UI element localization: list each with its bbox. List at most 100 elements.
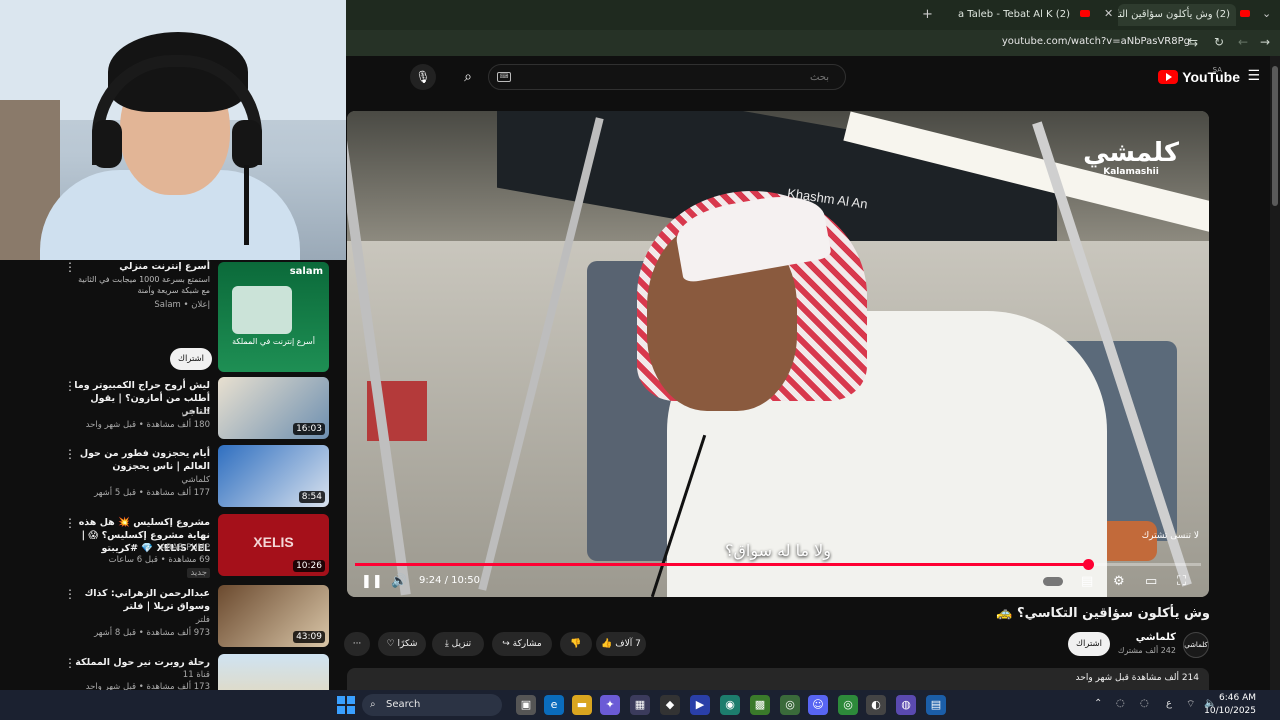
youtube-header: YouTube SA ☰ ⌨ ⌕ 🎙 — [346, 56, 1270, 98]
app-icon[interactable]: ◉ — [720, 695, 740, 715]
address-bar: youtube.com/watch?v=aNbPasVR8Pg ⇆ ↻ ← → — [346, 30, 1280, 56]
app-icon[interactable]: ◍ — [896, 695, 916, 715]
views-and-date: 214 ألف مشاهدة قبل شهر واحد — [1075, 673, 1199, 683]
ad-brand: salam — [289, 266, 323, 277]
forward-icon[interactable]: ← — [1238, 35, 1248, 49]
description-box[interactable]: 214 ألف مشاهدة قبل شهر واحد — [347, 668, 1209, 690]
task-view-icon[interactable]: ▣ — [516, 695, 536, 715]
scrollbar-thumb[interactable] — [1272, 66, 1278, 206]
video-thumbnail[interactable]: 16:03 — [218, 377, 329, 439]
pause-icon[interactable]: ❚❚ — [361, 573, 383, 591]
search-icon[interactable]: ⌕ — [454, 64, 482, 90]
more-vert-icon[interactable]: ⋮ — [64, 656, 76, 670]
thanks-button[interactable]: شكرًا ♡ — [378, 632, 426, 656]
channel-name[interactable]: قناة 11 — [183, 670, 210, 680]
channel-name[interactable]: ARAB PUMP — [160, 543, 210, 553]
windows-taskbar: ⌕ Search ▣ e ▬ ✦ ▦ ◆ ▶ ◉ ▩ ◎ ☺ ◎ ◐ ◍ ▤ ⌃… — [0, 690, 1280, 720]
ad-sponsor: إعلان • Salam — [154, 300, 210, 310]
video-player[interactable]: Khashm Al An كلمشي Kalamashii لا تنسى تش… — [347, 111, 1209, 597]
subscribe-pill[interactable]: اشتراك — [170, 348, 212, 370]
more-vert-icon[interactable]: ⋮ — [64, 516, 76, 530]
progress-bar[interactable] — [355, 559, 1201, 570]
channel-name[interactable]: كلماشي — [181, 475, 210, 485]
app-icon[interactable]: ▤ — [926, 695, 946, 715]
recommendations-sidebar: salam أسرع إنترنت في المملكة أسرع إنترنت… — [0, 260, 346, 690]
taskbar-search[interactable]: ⌕ Search — [362, 694, 502, 716]
tray-chevron-icon[interactable]: ⌃ — [1094, 698, 1102, 709]
back-icon[interactable]: → — [1260, 35, 1270, 49]
more-vert-icon[interactable]: ⋮ — [64, 379, 76, 393]
network-icon[interactable]: ⌔ — [1186, 698, 1195, 711]
ad-image — [232, 286, 292, 334]
windows-start-icon[interactable] — [337, 696, 355, 714]
autoplay-toggle[interactable] — [1043, 573, 1063, 591]
theater-mode-icon[interactable]: ▭ — [1145, 573, 1157, 591]
fullscreen-icon[interactable]: ⛶ — [1177, 573, 1186, 591]
video-meta: 973 ألف مشاهدة • قبل 8 أشهر — [94, 628, 210, 638]
settings-gear-icon[interactable]: ⚙ — [1113, 573, 1125, 591]
download-label: تنزيل — [451, 639, 472, 649]
video-thumbnail[interactable]: XELIS 10:26 — [218, 514, 329, 576]
search-input[interactable] — [489, 65, 845, 89]
like-button[interactable]: 7 آلاف 👍 — [596, 632, 646, 656]
channel-name[interactable]: كلماشي — [1136, 632, 1176, 643]
taskbar-search-label: Search — [386, 699, 421, 710]
taskbar-clock[interactable]: 6:46 AM 10/10/2025 — [1204, 692, 1256, 718]
more-horiz-icon: ··· — [352, 639, 362, 649]
minecraft-icon[interactable]: ▩ — [750, 695, 770, 715]
tab-youtube-video[interactable]: (2) وش يأكلون سؤاقين التكاس — [1118, 4, 1236, 26]
microphone-icon[interactable]: 🎙 — [410, 64, 436, 90]
video-thumbnail[interactable]: 8:54 — [218, 445, 329, 507]
captions-icon[interactable]: ▤ — [1081, 573, 1093, 591]
region-code: SA — [1212, 66, 1222, 74]
keyboard-icon[interactable]: ⌨ — [497, 72, 511, 82]
discord-icon[interactable]: ☺ — [808, 695, 828, 715]
app-icon[interactable]: ◆ — [660, 695, 680, 715]
ad-thumbnail[interactable]: salam أسرع إنترنت في المملكة — [218, 262, 329, 372]
hamburger-menu-icon[interactable]: ☰ — [1247, 68, 1260, 84]
copilot-icon[interactable]: ✦ — [600, 695, 620, 715]
video-title[interactable]: أيام يحجزون فطور من حول العالم | ناس يحج… — [70, 447, 210, 473]
volume-icon[interactable]: 🔊 — [391, 573, 407, 591]
duration-badge: 16:03 — [293, 423, 325, 435]
chrome-icon[interactable]: ◎ — [838, 695, 858, 715]
tray-app-icon[interactable]: ◌ — [1140, 698, 1149, 709]
youtube-logo[interactable]: YouTube — [1158, 68, 1240, 86]
channel-name[interactable]: فلتر — [196, 615, 210, 625]
more-actions-button[interactable]: ··· — [344, 632, 370, 656]
thumbnail-label: XELIS — [253, 534, 294, 550]
reload-icon[interactable]: ↻ — [1214, 35, 1224, 49]
app-icon[interactable]: ◐ — [866, 695, 886, 715]
url-text[interactable]: youtube.com/watch?v=aNbPasVR8Pg — [1002, 36, 1190, 47]
more-vert-icon[interactable]: ⋮ — [64, 587, 76, 601]
dislike-button[interactable]: 👎 — [560, 632, 592, 656]
tray-app-icon[interactable]: ◌ — [1116, 698, 1125, 709]
more-vert-icon[interactable]: ⋮ — [64, 447, 76, 461]
tab-oumaima[interactable]: (2) Oumaima Taleb - Tebat Al K — [958, 4, 1076, 26]
share-button[interactable]: مشاركة ↪ — [492, 632, 552, 656]
app-icon[interactable]: ▶ — [690, 695, 710, 715]
channel-avatar[interactable]: كلماشي — [1183, 632, 1209, 658]
tab-menu-chevron-icon[interactable]: ⌄ — [1262, 7, 1271, 20]
video-title[interactable]: عبدالرحمن الزهراني: كذاك وسواق تريلا | ف… — [70, 587, 210, 613]
subscribe-button[interactable]: اشتراك — [1068, 632, 1110, 656]
video-title[interactable]: رحلة روبرت نير حول المملكة — [70, 656, 210, 669]
page-scrollbar[interactable] — [1270, 56, 1280, 690]
channel-name[interactable]: كلماشي — [181, 407, 210, 417]
ad-text: استمتع بسرعة 1000 ميجابت في الثانية مع ش… — [78, 275, 210, 295]
ad-title[interactable]: أسرع إنترنت منزلي — [70, 260, 210, 273]
ad-caption: أسرع إنترنت في المملكة — [232, 337, 315, 346]
edge-browser-icon[interactable]: e — [544, 695, 564, 715]
subtitle-caption: ولا ما له سواق؟ — [724, 541, 832, 560]
video-thumbnail[interactable]: 43:09 — [218, 585, 329, 647]
site-settings-icon[interactable]: ⇆ — [1188, 35, 1198, 49]
download-button[interactable]: تنزيل ⤓ — [432, 632, 484, 656]
store-icon[interactable]: ▦ — [630, 695, 650, 715]
new-tab-button[interactable]: + — [922, 7, 933, 22]
language-indicator[interactable]: ع — [1166, 698, 1172, 709]
chrome-icon[interactable]: ◎ — [780, 695, 800, 715]
file-explorer-icon[interactable]: ▬ — [572, 695, 592, 715]
video-thumbnail[interactable] — [218, 654, 329, 690]
tab-close-icon[interactable]: ✕ — [1104, 7, 1113, 20]
more-vert-icon[interactable]: ⋮ — [64, 260, 76, 274]
